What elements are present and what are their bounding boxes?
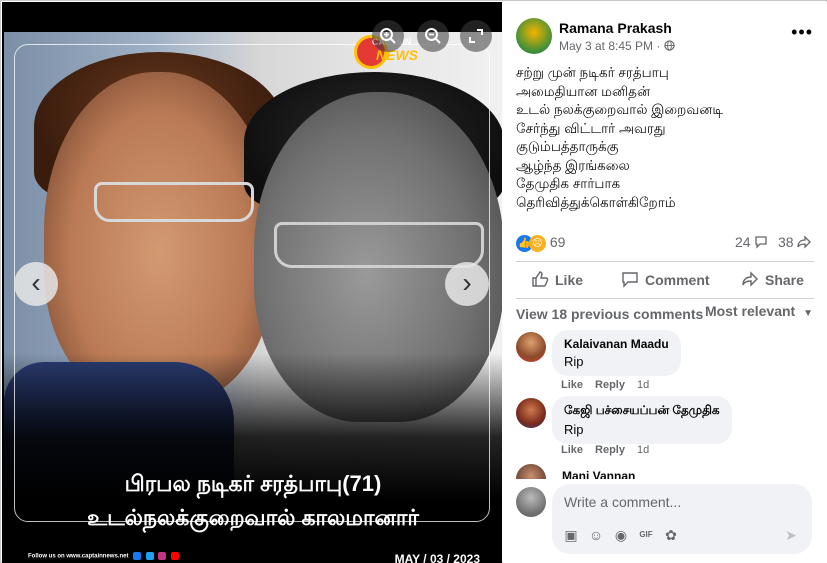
comment-count[interactable]: 24 [735,234,768,250]
post-text-line: சேர்ந்து விட்டார் அவரது [516,120,666,136]
post-text-line: ஆழ்ந்த இரங்கலை [516,157,630,173]
more-options-icon[interactable]: ••• [791,22,813,43]
comment-bubble: கேஜி பச்சையப்பன் தேமுதிக Rip [552,396,732,444]
expand-icon [469,29,483,43]
post-details: Ramana Prakash May 3 at 8:45 PM · ••• சற… [503,2,827,563]
reaction-count: 69 [549,234,566,250]
post-text-line: தெரிவித்துக்கொள்கிறோம் [516,194,676,210]
twitter-icon [145,552,154,560]
view-previous-comments[interactable]: View 18 previous comments [516,306,703,322]
send-icon[interactable]: ➤ [782,526,800,544]
emoji-icon[interactable]: ☺ [587,526,605,544]
footer-text: Follow us on www.captainnews.net [28,553,129,560]
photo-date: MAY / 03 / 2023 [394,552,480,563]
author-name[interactable]: Ramana Prakash [559,20,672,36]
sad-reaction-icon: ☹ [529,234,546,252]
next-photo-button[interactable]: › [445,262,489,306]
comment-text: Rip [564,422,584,437]
media-viewer: பிரபல நடிகர் சரத்பாபு(71) உடல்நலக்குறைவா… [2,2,502,563]
comment-actions: Like Reply 1d [561,444,661,456]
comment-input[interactable] [564,494,794,510]
comment-composer: ▣ ☺ ◉ GIF ✿ ➤ [552,484,812,554]
reaction-summary[interactable]: 👍 ☹ 69 [516,234,565,252]
share-arrow-icon [797,235,812,249]
card-outline [14,44,490,522]
zoom-in-icon [380,28,396,44]
comment-sort-dropdown[interactable]: Most relevant ▼ [705,303,813,319]
post-text-line: தேமுதிக சார்பாக [516,176,621,191]
comment-bubble: Kalaivanan Maadu Rip [552,330,681,376]
commenter-avatar[interactable] [516,464,546,479]
comment-button[interactable]: Comment [621,270,710,288]
share-count-value: 38 [778,234,794,250]
commenter-avatar[interactable] [516,332,546,362]
comment-time[interactable]: 1d [637,379,649,391]
zoom-out-icon [425,28,441,44]
post-text-line: அமைதியான மனிதன் [516,83,651,99]
sort-label: Most relevant [704,303,796,319]
photo-footer: Follow us on www.captainnews.net [28,552,180,560]
comment-reply-link[interactable]: Reply [595,379,625,391]
commenter-name[interactable]: கேஜி பச்சையப்பன் தேமுதிக [564,403,720,419]
youtube-icon [171,552,180,560]
post-meta: May 3 at 8:45 PM · [559,39,675,53]
post-text-line: குடும்பத்தாருக்கு [516,139,619,154]
comment-count-value: 24 [735,234,751,250]
expand-button[interactable] [460,20,492,52]
post-timestamp[interactable]: May 3 at 8:45 PM [559,39,653,53]
comment-actions: Like Reply 1d [561,379,661,391]
post-photo[interactable]: பிரபல நடிகர் சரத்பாபு(71) உடல்நலக்குறைவா… [4,32,502,563]
instagram-icon [158,552,167,560]
comment-icon [622,272,638,288]
camera-icon[interactable]: ◉ [612,526,630,544]
comment-partial: Mani Vannan [503,462,827,479]
comment-reply-link[interactable]: Reply [595,444,625,456]
caret-down-icon: ▼ [803,308,813,319]
like-label: Like [555,272,584,288]
previous-photo-button[interactable]: ‹ [14,262,58,306]
photo-headline: பிரபல நடிகர் சரத்பாபு(71) உடல்நலக்குறைவா… [22,467,484,535]
headline-line-1: பிரபல நடிகர் சரத்பாபு(71) [124,471,382,496]
commenter-name[interactable]: Kalaivanan Maadu [564,337,669,351]
avatar-sticker-icon[interactable]: ✿ [662,526,680,544]
commenter-name[interactable]: Mani Vannan [562,469,635,479]
post-text-line: உடல் நலக்குறைவால் இறைவனடி [516,102,724,117]
globe-icon [664,40,675,51]
comment-bubble-icon [755,236,768,249]
share-count[interactable]: 38 [778,234,812,250]
thumbs-up-icon [532,271,549,287]
gif-icon[interactable]: GIF [637,526,655,544]
dot-separator: · [656,39,664,53]
share-label: Share [765,272,804,288]
chevron-left-icon: ‹ [31,267,41,298]
author-avatar[interactable] [516,18,552,54]
facebook-icon [133,552,142,560]
comment-label: Comment [645,272,710,288]
divider [516,298,814,299]
zoom-out-button[interactable] [417,20,449,52]
post-text-line: சற்று முன் நடிகர் சரத்பாபு [516,65,669,80]
comment-like-link[interactable]: Like [561,444,583,456]
comment-like-link[interactable]: Like [561,379,583,391]
sticker-icon[interactable]: ▣ [562,526,580,544]
comment-text: Rip [564,354,584,369]
share-icon [742,271,758,287]
divider [516,261,814,262]
like-button[interactable]: Like [531,270,583,288]
post-viewer: பிரபல நடிகர் சரத்பாபு(71) உடல்நலக்குறைவா… [0,0,827,563]
comment-time[interactable]: 1d [637,444,649,456]
post-text: சற்று முன் நடிகர் சரத்பாபு அமைதியான மனித… [516,64,816,212]
current-user-avatar[interactable] [516,487,546,517]
zoom-in-button[interactable] [372,20,404,52]
share-button[interactable]: Share [741,270,804,288]
commenter-avatar[interactable] [516,398,546,428]
chevron-right-icon: › [462,267,472,298]
headline-line-2: உடல்நலக்குறைவால் காலமானார் [87,505,419,530]
